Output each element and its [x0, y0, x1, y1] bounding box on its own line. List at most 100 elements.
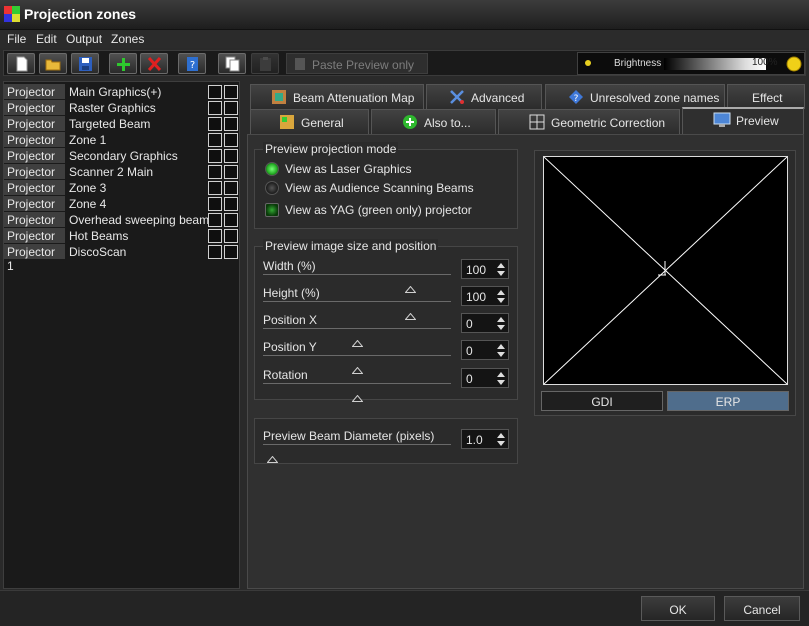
slider-thumb[interactable]: [351, 336, 364, 347]
spin-down-icon[interactable]: [495, 324, 507, 332]
open-button[interactable]: [39, 53, 67, 74]
spin-up-icon[interactable]: [495, 288, 507, 296]
new-button[interactable]: [7, 53, 35, 74]
zone-checkbox-a[interactable]: [208, 245, 222, 259]
spin-up-icon[interactable]: [495, 315, 507, 323]
value-spinner[interactable]: 1.0: [461, 429, 509, 449]
zone-checkbox-a[interactable]: [208, 117, 222, 131]
radio-audience-scanning[interactable]: [265, 181, 279, 195]
zone-checkbox-b[interactable]: [224, 181, 238, 195]
spin-down-icon[interactable]: [495, 270, 507, 278]
spin-down-icon[interactable]: [495, 351, 507, 359]
tab-also-to[interactable]: Also to...: [371, 109, 496, 134]
slider-thumb[interactable]: [404, 282, 417, 293]
zone-row[interactable]: Projector 1 Scanner 2 Main: [4, 164, 240, 193]
slider-thumb[interactable]: [404, 309, 417, 320]
spin-down-icon[interactable]: [495, 297, 507, 305]
value-spinner[interactable]: 0: [461, 368, 509, 388]
zone-checkbox-a[interactable]: [208, 133, 222, 147]
zone-row[interactable]: Projector 1 Main Graphics(+): [4, 84, 240, 113]
tab-geometric-correction[interactable]: Geometric Correction: [498, 109, 680, 134]
zone-checkbox-b[interactable]: [224, 149, 238, 163]
brightness-high-icon[interactable]: [786, 56, 802, 72]
tab-beam-attenuation-map[interactable]: Beam Attenuation Map: [250, 84, 424, 109]
zone-checkbox-b[interactable]: [224, 165, 238, 179]
zone-row[interactable]: Projector 1 Targeted Beam: [4, 116, 240, 145]
field-label: Rotation: [263, 368, 308, 382]
brightness-slider[interactable]: [664, 58, 766, 70]
image-size-position-group: Preview image size and position Width (%…: [254, 239, 518, 402]
spinner-value: 0: [466, 344, 473, 358]
radio-yag-projector[interactable]: [265, 203, 279, 217]
spin-up-icon[interactable]: [495, 261, 507, 269]
gdi-button[interactable]: GDI: [541, 391, 663, 411]
zone-checkbox-a[interactable]: [208, 85, 222, 99]
zone-row[interactable]: Projector 1 Secondary Graphics: [4, 148, 240, 177]
ok-button[interactable]: OK: [641, 596, 715, 621]
tab-effect[interactable]: Effect: [727, 84, 805, 109]
add-zone-button[interactable]: [109, 53, 137, 74]
zone-row[interactable]: Projector 1 Hot Beams: [4, 228, 240, 257]
value-spinner[interactable]: 0: [461, 313, 509, 333]
zone-row[interactable]: Projector 1 Raster Graphics: [4, 100, 240, 129]
zone-row[interactable]: Projector 1 Zone 3: [4, 180, 240, 209]
menu-file[interactable]: File: [7, 32, 26, 46]
slider-track[interactable]: [263, 444, 451, 445]
slider-track[interactable]: [263, 355, 451, 356]
zone-checkbox-b[interactable]: [224, 85, 238, 99]
zone-row[interactable]: Projector 1 DiscoScan: [4, 244, 240, 273]
delete-zone-button[interactable]: [140, 53, 168, 74]
projection-mode-group: Preview projection mode View as Laser Gr…: [254, 142, 518, 229]
value-spinner[interactable]: 100: [461, 286, 509, 306]
zone-checkbox-b[interactable]: [224, 245, 238, 259]
tab-unresolved-zone-names[interactable]: ? Unresolved zone names: [545, 84, 725, 109]
zone-checkbox-b[interactable]: [224, 133, 238, 147]
spin-up-icon[interactable]: [495, 370, 507, 378]
paste-button[interactable]: [251, 53, 279, 74]
zone-checkbox-a[interactable]: [208, 213, 222, 227]
zone-row[interactable]: Projector 1 Zone 1: [4, 132, 240, 161]
zone-row[interactable]: Projector 1 Zone 4: [4, 196, 240, 225]
paste-preview-only-button[interactable]: Paste Preview only: [286, 53, 428, 74]
spin-down-icon[interactable]: [495, 440, 507, 448]
zone-checkbox-a[interactable]: [208, 149, 222, 163]
zone-checkbox-a[interactable]: [208, 101, 222, 115]
zone-checkbox-a[interactable]: [208, 197, 222, 211]
zone-row[interactable]: Projector 1 Overhead sweeping beams: [4, 212, 240, 241]
info-diamond-icon: ?: [569, 90, 583, 104]
radio-laser-graphics[interactable]: [265, 162, 279, 176]
zone-checkbox-b[interactable]: [224, 117, 238, 131]
cancel-button[interactable]: Cancel: [724, 596, 800, 621]
menu-zones[interactable]: Zones: [111, 32, 144, 46]
slider-track[interactable]: [263, 274, 451, 275]
slider-track[interactable]: [263, 383, 451, 384]
zone-checkbox-b[interactable]: [224, 197, 238, 211]
slider-thumb[interactable]: [266, 452, 279, 463]
zone-checkbox-b[interactable]: [224, 229, 238, 243]
zone-checkbox-b[interactable]: [224, 213, 238, 227]
slider-track[interactable]: [263, 301, 451, 302]
spin-up-icon[interactable]: [495, 342, 507, 350]
spin-down-icon[interactable]: [495, 379, 507, 387]
menu-edit[interactable]: Edit: [36, 32, 57, 46]
tab-general[interactable]: General: [250, 109, 369, 134]
slider-track[interactable]: [263, 328, 451, 329]
tab-advanced[interactable]: Advanced: [426, 84, 542, 109]
slider-thumb[interactable]: [351, 391, 364, 402]
zone-checkbox-a[interactable]: [208, 181, 222, 195]
zone-checkbox-b[interactable]: [224, 101, 238, 115]
zone-checkbox-a[interactable]: [208, 165, 222, 179]
menu-output[interactable]: Output: [66, 32, 102, 46]
save-button[interactable]: [71, 53, 99, 74]
value-spinner[interactable]: 100: [461, 259, 509, 279]
zone-list[interactable]: Projector 1 Main Graphics(+) Projector 1 Ra…: [3, 81, 240, 589]
zone-checkbox-a[interactable]: [208, 229, 222, 243]
copy-button[interactable]: [218, 53, 246, 74]
slider-thumb[interactable]: [351, 363, 364, 374]
value-spinner[interactable]: 0: [461, 340, 509, 360]
tab-preview[interactable]: Preview: [682, 107, 804, 135]
help-button[interactable]: ?: [178, 53, 206, 74]
erp-button[interactable]: ERP: [667, 391, 789, 411]
spin-up-icon[interactable]: [495, 431, 507, 439]
preview-canvas[interactable]: [543, 156, 788, 385]
